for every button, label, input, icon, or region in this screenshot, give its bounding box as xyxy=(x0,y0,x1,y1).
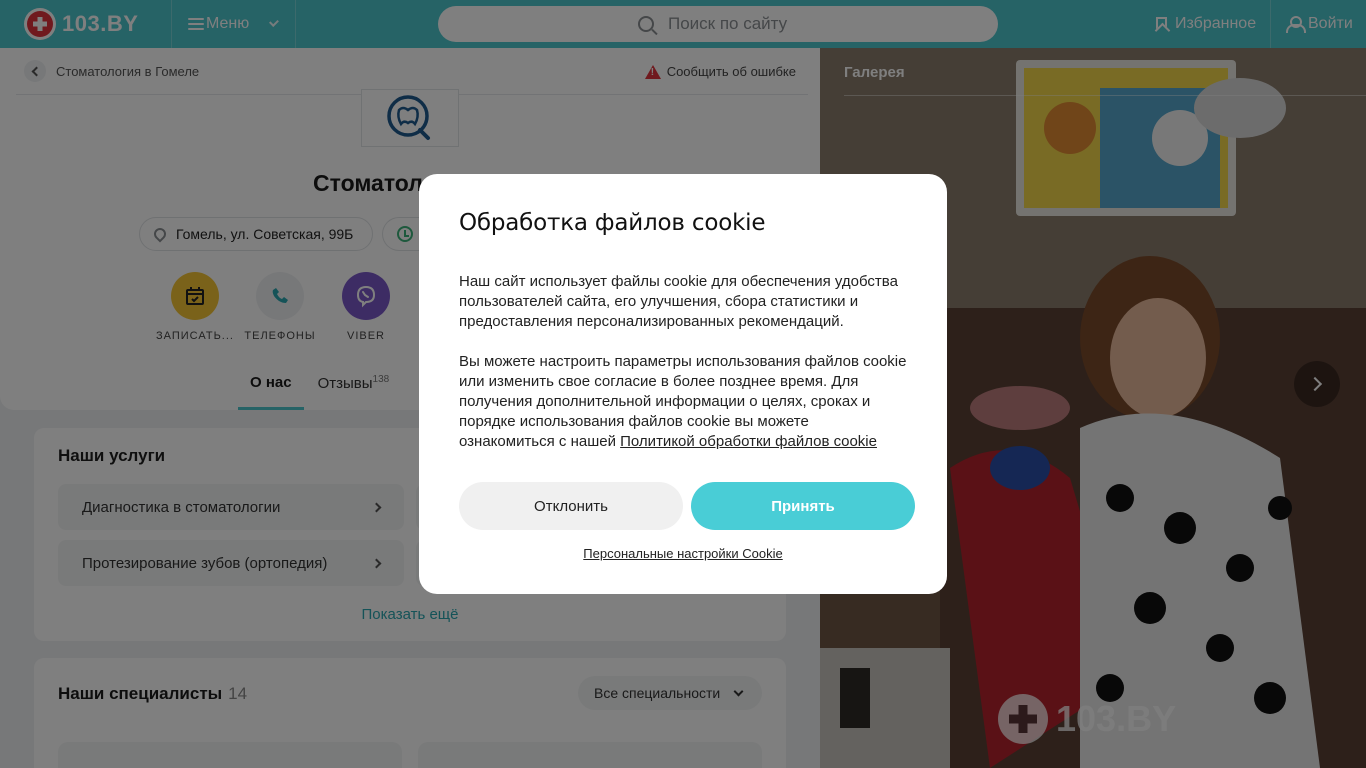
cookie-paragraph-1: Наш сайт использует файлы cookie для обе… xyxy=(459,273,898,330)
cookie-paragraph-2: Вы можете настроить параметры использова… xyxy=(459,352,907,452)
cookie-consent-dialog: Обработка файлов cookie Наш сайт использ… xyxy=(419,174,947,594)
cookie-buttons: Отклонить Принять xyxy=(459,482,915,530)
accept-button[interactable]: Принять xyxy=(691,482,915,530)
cookie-dialog-title: Обработка файлов cookie xyxy=(459,210,766,236)
decline-button[interactable]: Отклонить xyxy=(459,482,683,530)
personal-cookie-settings-link[interactable]: Персональные настройки Cookie xyxy=(419,546,947,561)
cookie-policy-link[interactable]: Политикой обработки файлов cookie xyxy=(620,433,877,450)
